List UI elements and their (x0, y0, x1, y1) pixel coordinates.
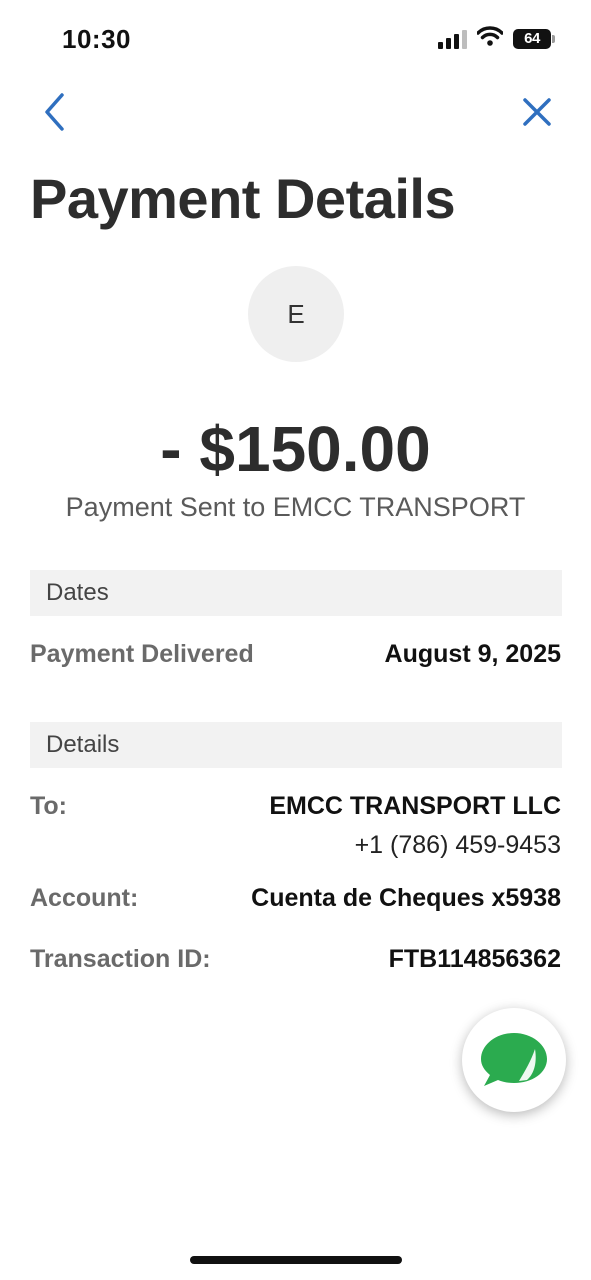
account-label: Account: (30, 884, 139, 912)
details-section-header: Details (30, 722, 562, 768)
battery-level: 64 (524, 30, 540, 47)
chevron-left-icon (45, 93, 64, 131)
payment-amount: - $150.00 (160, 413, 431, 485)
payment-delivered-value: August 9, 2025 (384, 640, 561, 668)
page-title: Payment Details (30, 167, 456, 230)
account-value: Cuenta de Cheques x5938 (251, 884, 561, 912)
chat-button[interactable] (462, 1008, 566, 1112)
status-time: 10:30 (62, 24, 131, 54)
signal-icon (438, 29, 467, 49)
status-icons: 64 (438, 26, 555, 51)
to-name: EMCC TRANSPORT LLC (269, 792, 561, 820)
payment-delivered-label: Payment Delivered (30, 640, 254, 668)
payment-description: Payment Sent to EMCC TRANSPORT (65, 492, 526, 522)
to-label: To: (30, 792, 68, 820)
close-icon (523, 98, 551, 126)
battery-icon: 64 (513, 28, 555, 49)
transaction-id-label: Transaction ID: (30, 945, 211, 973)
chat-bubble-icon (481, 1033, 547, 1086)
close-button[interactable] (517, 92, 557, 132)
to-phone: +1 (786) 459-9453 (354, 831, 561, 859)
transaction-id-value: FTB114856362 (388, 945, 561, 973)
recipient-avatar: E (248, 266, 344, 362)
back-button[interactable] (34, 90, 74, 134)
home-indicator (190, 1256, 402, 1264)
dates-section-header: Dates (30, 570, 562, 616)
wifi-icon (476, 26, 504, 51)
